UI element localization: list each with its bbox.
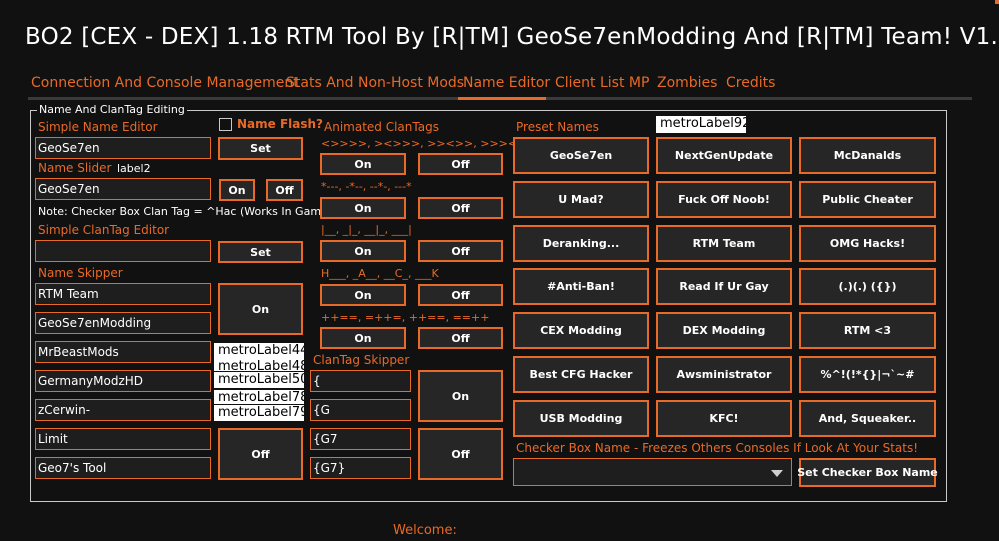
simple-name-label: Simple Name Editor xyxy=(38,120,158,134)
name-skipper-field-2[interactable]: GeoSe7enModding xyxy=(35,312,211,334)
metro-label-44: metroLabel44 xyxy=(214,343,304,359)
anim-pattern-3: |__, _|_, __|_, ___| xyxy=(321,223,412,236)
anim-2-on-button[interactable]: On xyxy=(320,197,406,219)
name-skipper-field-6[interactable]: Limit xyxy=(35,428,211,450)
preset-button-and-squeaker[interactable]: And, Squeaker.. xyxy=(799,400,936,437)
preset-button-fuck-off-noob[interactable]: Fuck Off Noob! xyxy=(656,181,792,218)
tab-client-list[interactable]: Client List MP xyxy=(555,75,649,91)
tab-credits[interactable]: Credits xyxy=(726,75,775,91)
tab-zombies[interactable]: Zombies xyxy=(657,75,717,91)
checker-box-label: Checker Box Name - Freezes Others Consol… xyxy=(516,441,919,455)
preset-button-u-mad[interactable]: U Mad? xyxy=(513,181,649,218)
clantag-skipper-field-4[interactable]: {G7} xyxy=(310,457,411,479)
clantag-skipper-on-button[interactable]: On xyxy=(418,370,503,422)
simple-name-input[interactable]: GeoSe7en xyxy=(35,137,211,159)
name-slider-label: Name Slider xyxy=(38,161,112,175)
preset-button-geose7en[interactable]: GeoSe7en xyxy=(513,137,649,174)
name-skipper-field-7[interactable]: Geo7's Tool xyxy=(35,457,211,479)
anim-5-off-button[interactable]: Off xyxy=(418,327,503,349)
anim-1-on-button[interactable]: On xyxy=(320,153,406,175)
preset-button-public-cheater[interactable]: Public Cheater xyxy=(799,181,936,218)
clantag-skipper-field-1[interactable]: { xyxy=(310,370,411,392)
preset-button-deranking[interactable]: Deranking... xyxy=(513,225,649,262)
window-title: BO2 [CEX - DEX] 1.18 RTM Tool By [R|TM] … xyxy=(25,24,999,50)
name-skipper-field-3[interactable]: MrBeastMods xyxy=(35,341,211,363)
metro-label-79: metroLabel79 xyxy=(214,405,304,421)
clantag-skipper-field-3[interactable]: {G7 xyxy=(310,428,411,450)
set-checker-box-button[interactable]: Set Checker Box Name xyxy=(797,458,938,487)
name-skipper-on-button[interactable]: On xyxy=(218,283,303,335)
checker-note-text: Note: Checker Box Clan Tag = ^Hac (Works… xyxy=(38,205,333,218)
preset-button-dex-modding[interactable]: DEX Modding xyxy=(656,312,792,349)
tab-stats[interactable]: Stats And Non-Host Mods xyxy=(286,75,464,91)
name-skipper-label: Name Skipper xyxy=(38,266,123,280)
active-tab-indicator xyxy=(458,97,546,100)
simple-clantag-set-button[interactable]: Set xyxy=(218,241,303,263)
preset-button-symbols-2[interactable]: %^!(!*{}|¬`~# xyxy=(799,356,936,393)
preset-button-anti-ban[interactable]: #Anti-Ban! xyxy=(513,268,649,305)
tab-name-editor[interactable]: Name Editor xyxy=(463,75,550,91)
name-slider-on-button[interactable]: On xyxy=(219,179,255,201)
preset-button-read-if-ur-gay[interactable]: Read If Ur Gay xyxy=(656,268,792,305)
name-skipper-off-button[interactable]: Off xyxy=(218,428,303,480)
name-slider-label2: label2 xyxy=(117,162,151,175)
preset-button-omg-hacks[interactable]: OMG Hacks! xyxy=(799,225,936,262)
clantag-skipper-off-button[interactable]: Off xyxy=(418,428,503,480)
metro-label-92: metroLabel92 xyxy=(656,116,746,133)
anim-pattern-5: ++==, =++=, ++==, ==++ xyxy=(321,311,490,324)
anim-1-off-button[interactable]: Off xyxy=(418,153,503,175)
preset-button-rtm-team[interactable]: RTM Team xyxy=(656,225,792,262)
simple-clantag-label: Simple ClanTag Editor xyxy=(38,223,170,237)
clantag-skipper-field-2[interactable]: {G xyxy=(310,399,411,421)
anim-4-on-button[interactable]: On xyxy=(320,284,406,306)
preset-names-label: Preset Names xyxy=(516,120,599,134)
anim-5-on-button[interactable]: On xyxy=(320,327,406,349)
name-skipper-field-4[interactable]: GermanyModzHD xyxy=(35,370,211,392)
preset-button-nextgenupdate[interactable]: NextGenUpdate xyxy=(656,137,792,174)
name-skipper-field-5[interactable]: zCerwin- xyxy=(35,399,211,421)
anim-3-on-button[interactable]: On xyxy=(320,240,406,262)
clantag-skipper-label: ClanTag Skipper xyxy=(313,353,410,367)
preset-button-cex-modding[interactable]: CEX Modding xyxy=(513,312,649,349)
preset-button-kfc[interactable]: KFC! xyxy=(656,400,792,437)
anim-pattern-1: <>>>>, ><>>>, >><>>, >>>< xyxy=(321,137,518,150)
name-flash-checkbox[interactable] xyxy=(219,118,232,131)
window-accent-corner xyxy=(995,0,999,4)
preset-button-best-cfg-hacker[interactable]: Best CFG Hacker xyxy=(513,356,649,393)
group-title: Name And ClanTag Editing xyxy=(37,103,187,116)
preset-button-rtm-heart[interactable]: RTM <3 xyxy=(799,312,936,349)
preset-button-mcdanalds[interactable]: McDanalds xyxy=(799,137,936,174)
animated-clantags-label: Animated ClanTags xyxy=(324,120,439,134)
welcome-label: Welcome: xyxy=(393,523,457,538)
metro-label-78: metroLabel78 xyxy=(214,390,304,404)
preset-button-symbols-1[interactable]: (.)(.) ({}) xyxy=(799,268,936,305)
simple-clantag-input[interactable] xyxy=(35,240,211,262)
anim-4-off-button[interactable]: Off xyxy=(418,284,503,306)
anim-2-off-button[interactable]: Off xyxy=(418,197,503,219)
anim-3-off-button[interactable]: Off xyxy=(418,240,503,262)
name-skipper-field-1[interactable]: RTM Team xyxy=(35,283,211,305)
metro-label-50: metroLabel50 xyxy=(214,372,304,388)
simple-name-set-button[interactable]: Set xyxy=(218,137,303,160)
preset-button-awsministrator[interactable]: Awsministrator xyxy=(656,356,792,393)
chevron-down-icon xyxy=(771,470,783,477)
anim-pattern-2: *---, -*--, --*-, ---* xyxy=(321,180,412,193)
name-slider-input[interactable]: GeoSe7en xyxy=(35,178,211,200)
tab-connection[interactable]: Connection And Console Management xyxy=(31,75,299,91)
checker-box-dropdown[interactable] xyxy=(513,458,792,486)
preset-button-usb-modding[interactable]: USB Modding xyxy=(513,400,649,437)
name-slider-off-button[interactable]: Off xyxy=(266,179,303,201)
metro-label-48: metroLabel48 xyxy=(214,359,304,371)
anim-pattern-4: H___, _A__, __C_, ___K xyxy=(321,267,439,280)
name-flash-label: Name Flash? xyxy=(237,117,324,131)
